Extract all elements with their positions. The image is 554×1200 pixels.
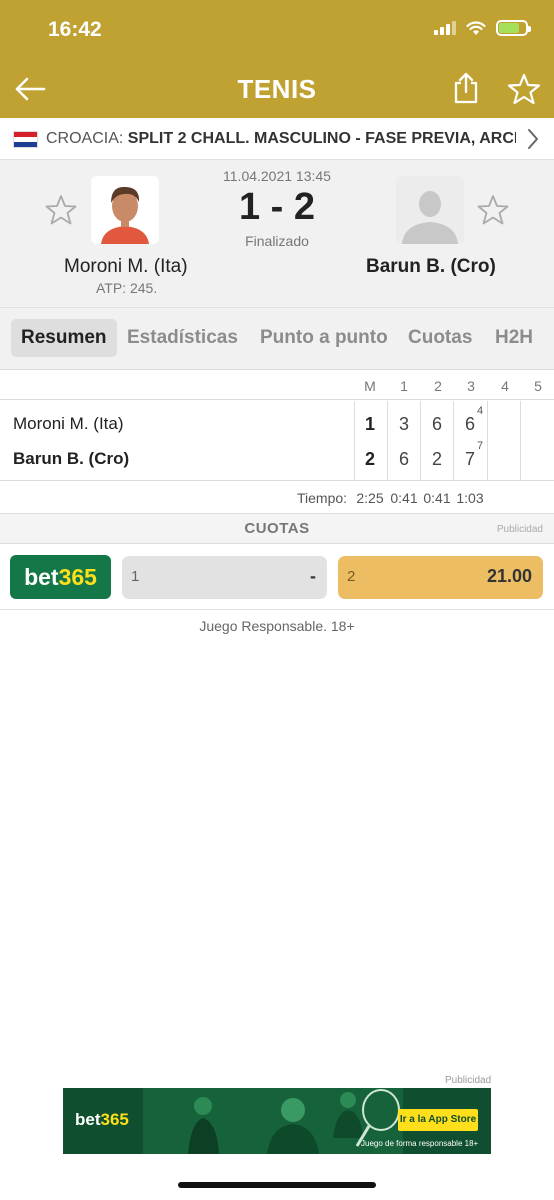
col-set4: 4 (501, 378, 509, 394)
odd-option-2-label: 2 (347, 568, 356, 585)
banner-ad-label: Publicidad (445, 1075, 492, 1086)
home-set2: 6 (431, 414, 442, 434)
away-player-name[interactable]: Barun B. (Cro) (366, 256, 496, 278)
home-player-name[interactable]: Moroni M. (Ita) (64, 256, 188, 278)
share-icon[interactable] (452, 71, 480, 105)
col-set2: 2 (434, 378, 442, 394)
tab-h2h[interactable]: H2H (495, 319, 533, 357)
away-match-sets: 2 (364, 449, 375, 469)
croatia-flag-icon (13, 131, 38, 148)
home-player-rank: ATP: 245. (96, 280, 158, 296)
signal-icon (434, 21, 456, 35)
time-set1: 0:41 (390, 490, 418, 506)
match-header: Moroni M. (Ita) ATP: 245. 11.04.2021 13:… (0, 160, 554, 308)
tab-cuotas[interactable]: Cuotas (408, 319, 472, 357)
tab-punto-a-punto[interactable]: Punto a punto (260, 319, 388, 357)
odds-header: CUOTAS Publicidad (0, 513, 554, 544)
tournament-bar[interactable]: CROACIA: SPLIT 2 CHALL. MASCULINO - FASE… (0, 118, 554, 160)
time-label: Tiempo: (297, 490, 348, 506)
odds-ad-label: Publicidad (496, 524, 543, 535)
col-set3: 3 (467, 378, 475, 394)
odd-option-1-value: - (310, 566, 316, 586)
away-set3: 7 (464, 449, 475, 469)
col-set1: 1 (400, 378, 408, 394)
responsible-gambling-text: Juego Responsable. 18+ (199, 618, 355, 634)
away-set1: 6 (398, 449, 409, 469)
tournament-name: CROACIA: SPLIT 2 CHALL. MASCULINO - FASE… (46, 130, 516, 147)
home-match-sets: 1 (364, 414, 375, 434)
time-set3: 1:03 (456, 490, 484, 506)
match-datetime: 11.04.2021 13:45 (223, 168, 331, 184)
tab-bar: Resumen Estadísticas Punto a punto Cuota… (0, 308, 554, 370)
app-header: 16:42 TENIS (0, 0, 554, 118)
odd-option-2-value: 21.00 (486, 566, 532, 586)
odds-title: CUOTAS (244, 520, 310, 537)
home-set3: 6 (464, 414, 475, 434)
bet365-ad-banner[interactable]: bet365 Ir a la App Store Juego de forma … (63, 1088, 491, 1154)
favorite-star-icon[interactable] (507, 72, 541, 106)
col-m: M (364, 378, 376, 394)
match-duration-row: Tiempo: 2:25 0:41 0:41 1:03 (0, 482, 554, 512)
score-row-away-player: Barun B. (Cro) (13, 449, 130, 468)
battery-icon (496, 20, 531, 36)
status-time: 16:42 (48, 18, 102, 41)
home-set1: 3 (398, 414, 409, 434)
odd-option-2-button[interactable]: 2 21.00 (338, 556, 543, 599)
away-player-photo (396, 176, 464, 244)
home-indicator[interactable] (178, 1182, 376, 1188)
score-row-home-player: Moroni M. (Ita) (13, 414, 124, 433)
away-set2: 2 (431, 449, 442, 469)
odd-option-1-label: 1 (131, 568, 140, 585)
score-table: Moroni M. (Ita) 1 3 6 6 4 Barun B. (Cro)… (0, 401, 554, 481)
odd-option-1-button[interactable]: 1 - (122, 556, 327, 599)
tab-estadisticas[interactable]: Estadísticas (127, 319, 238, 357)
chevron-right-icon[interactable] (526, 128, 540, 150)
time-total: 2:25 (356, 490, 384, 506)
away-favorite-star-icon[interactable] (477, 194, 509, 226)
match-status: Finalizado (245, 233, 309, 249)
tab-resumen[interactable]: Resumen (11, 319, 117, 357)
away-set3-tiebreak: 7 (477, 440, 484, 452)
col-set5: 5 (534, 378, 542, 394)
home-set3-tiebreak: 4 (477, 405, 484, 417)
match-score: 1 - 2 (238, 186, 316, 228)
banner-bet365-logo: bet365 (75, 1110, 129, 1129)
wifi-icon (466, 20, 486, 35)
time-set2: 0:41 (423, 490, 451, 506)
score-table-header: M 1 2 3 4 5 (0, 372, 554, 400)
bet365-logo[interactable]: bet365 (10, 555, 111, 599)
odds-row: bet365 1 - 2 21.00 (0, 545, 554, 610)
app-store-button[interactable]: Ir a la App Store (398, 1109, 478, 1131)
status-icons (434, 20, 531, 36)
banner-responsible-text: Juego de forma responsable 18+ (361, 1139, 479, 1148)
